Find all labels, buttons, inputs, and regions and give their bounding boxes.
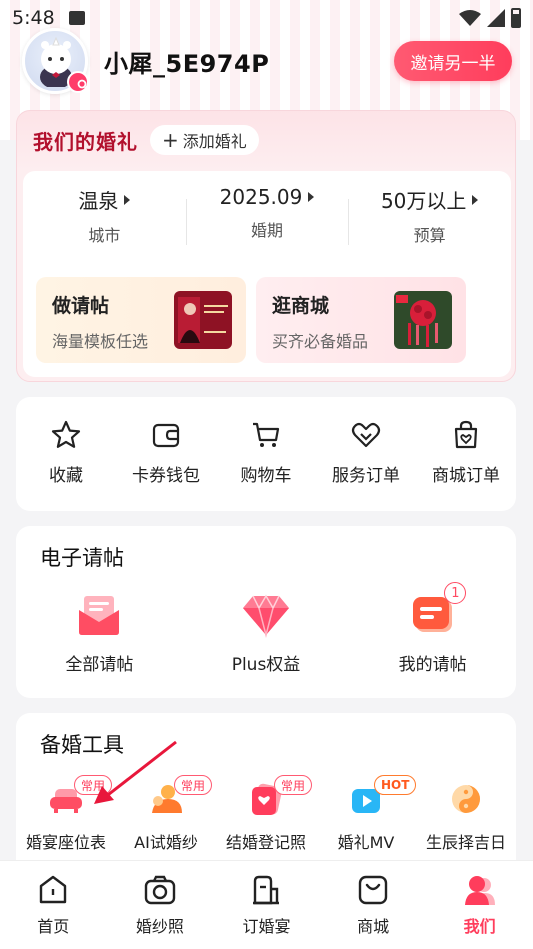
yinyang-icon bbox=[452, 785, 480, 813]
invite-partner-button[interactable]: 邀请另一半 bbox=[394, 41, 512, 81]
avatar[interactable] bbox=[22, 28, 89, 94]
add-wedding-button[interactable]: + 添加婚礼 bbox=[150, 125, 259, 155]
nav-label: 商城 bbox=[357, 917, 390, 936]
stat-label: 婚期 bbox=[251, 221, 284, 240]
nav-home[interactable]: 首页 bbox=[0, 861, 107, 949]
tool-label: 婚礼MV bbox=[337, 833, 395, 852]
stat-city[interactable]: 温泉 城市 bbox=[23, 185, 186, 246]
section-title: 电子请帖 bbox=[40, 546, 124, 570]
invite-label: 我的请帖 bbox=[398, 655, 467, 675]
quick-label: 服务订单 bbox=[332, 466, 400, 486]
nav-label: 我们 bbox=[463, 917, 496, 936]
banquet-icon bbox=[253, 875, 280, 905]
quick-label: 收藏 bbox=[49, 466, 83, 486]
promo-shop[interactable]: 逛商城 买齐必备婚品 bbox=[256, 277, 466, 363]
nav-label: 婚纱照 bbox=[135, 917, 184, 936]
image-notification-icon bbox=[68, 11, 85, 25]
bag-order-icon bbox=[454, 420, 478, 449]
stat-label: 城市 bbox=[88, 226, 121, 245]
promo-make-invitation[interactable]: 做请帖 海量模板任选 bbox=[36, 277, 246, 363]
tool-marriage-photo[interactable]: 常用 结婚登记照 bbox=[216, 775, 316, 853]
username: 小犀_5E974P bbox=[104, 49, 270, 78]
caret-right-icon bbox=[124, 194, 131, 205]
stat-value: 2025.09 bbox=[219, 185, 303, 209]
nav-label: 订婚宴 bbox=[242, 917, 291, 936]
my-invitations[interactable]: 1 我的请帖 bbox=[349, 582, 516, 675]
quick-favorites[interactable]: 收藏 bbox=[16, 397, 116, 511]
hot-tag: HOT bbox=[374, 775, 417, 795]
all-invitations[interactable]: 全部请帖 bbox=[16, 592, 183, 675]
tool-label: 生辰择吉日 bbox=[425, 833, 506, 852]
profile-header: 小犀_5E974P 邀请另一半 bbox=[22, 28, 512, 94]
search-badge-icon bbox=[67, 71, 89, 93]
plus-icon: + bbox=[162, 128, 179, 152]
nav-wedding-photo[interactable]: 婚纱照 bbox=[107, 861, 214, 949]
bottom-navigation: 首页 婚纱照 订婚宴 商城 我们 bbox=[0, 860, 533, 949]
home-icon bbox=[40, 875, 67, 904]
plus-benefits[interactable]: Plus权益 bbox=[183, 592, 350, 675]
us-icon bbox=[464, 876, 495, 905]
stat-value: 50万以上 bbox=[380, 189, 467, 213]
invite-label: 全部请帖 bbox=[65, 655, 134, 675]
cart-icon bbox=[253, 422, 280, 447]
status-time: 5:48 bbox=[12, 7, 55, 29]
tool-auspicious-date[interactable]: 生辰择吉日 bbox=[416, 781, 516, 853]
tool-label: 结婚登记照 bbox=[225, 833, 306, 852]
tool-wedding-mv[interactable]: HOT 婚礼MV bbox=[316, 775, 417, 853]
add-wedding-label: 添加婚礼 bbox=[182, 132, 247, 151]
signal-icon bbox=[487, 9, 505, 27]
wifi-icon bbox=[459, 10, 481, 26]
camera-icon bbox=[144, 875, 176, 905]
quick-label: 购物车 bbox=[240, 466, 292, 486]
star-icon bbox=[51, 420, 81, 448]
diamond-icon bbox=[243, 594, 289, 638]
nav-label: 首页 bbox=[37, 917, 70, 936]
invite-label: Plus权益 bbox=[231, 655, 301, 675]
quick-service-orders[interactable]: 服务订单 bbox=[316, 397, 416, 511]
stat-value: 温泉 bbox=[78, 189, 119, 213]
battery-icon bbox=[511, 8, 521, 28]
nav-us[interactable]: 我们 bbox=[426, 861, 533, 949]
quick-links-card: 收藏 卡券钱包 购物车 服务订单 商城订单 bbox=[16, 397, 516, 511]
quick-label: 商城订单 bbox=[432, 466, 500, 486]
tool-label: AI试婚纱 bbox=[134, 833, 198, 852]
stat-label: 预算 bbox=[413, 226, 446, 245]
quick-wallet[interactable]: 卡券钱包 bbox=[116, 397, 216, 511]
wedding-title: 我们的婚礼 bbox=[33, 129, 138, 154]
quick-cart[interactable]: 购物车 bbox=[216, 397, 316, 511]
stat-budget[interactable]: 50万以上 预算 bbox=[348, 185, 511, 246]
envelope-icon bbox=[79, 596, 120, 635]
wedding-card: 我们的婚礼 + 添加婚礼 温泉 城市 2025.09 婚期 50万以上 预算 做… bbox=[16, 110, 516, 382]
invitation-thumbnail bbox=[174, 291, 232, 349]
tool-label: 婚宴座位表 bbox=[25, 833, 106, 852]
wedding-details: 温泉 城市 2025.09 婚期 50万以上 预算 做请帖 海量模板任选 逛商城… bbox=[23, 171, 511, 377]
unread-count-badge: 1 bbox=[444, 582, 467, 604]
shop-icon bbox=[358, 875, 388, 905]
quick-label: 卡券钱包 bbox=[132, 466, 200, 486]
shop-thumbnail bbox=[394, 291, 452, 349]
caret-right-icon bbox=[308, 192, 315, 202]
nav-banquet[interactable]: 订婚宴 bbox=[213, 861, 320, 949]
annotation-arrow-icon bbox=[94, 740, 177, 804]
stat-date[interactable]: 2025.09 婚期 bbox=[185, 185, 349, 246]
quick-shop-orders[interactable]: 商城订单 bbox=[416, 397, 516, 511]
tool-tag: 常用 bbox=[274, 775, 313, 795]
nav-shop[interactable]: 商城 bbox=[320, 861, 427, 949]
caret-right-icon bbox=[472, 194, 479, 205]
wallet-icon bbox=[152, 423, 180, 448]
e-invitation-card: 电子请帖 全部请帖 Plus权益 1 我的请帖 bbox=[16, 526, 516, 698]
heart-order-icon bbox=[351, 422, 381, 448]
